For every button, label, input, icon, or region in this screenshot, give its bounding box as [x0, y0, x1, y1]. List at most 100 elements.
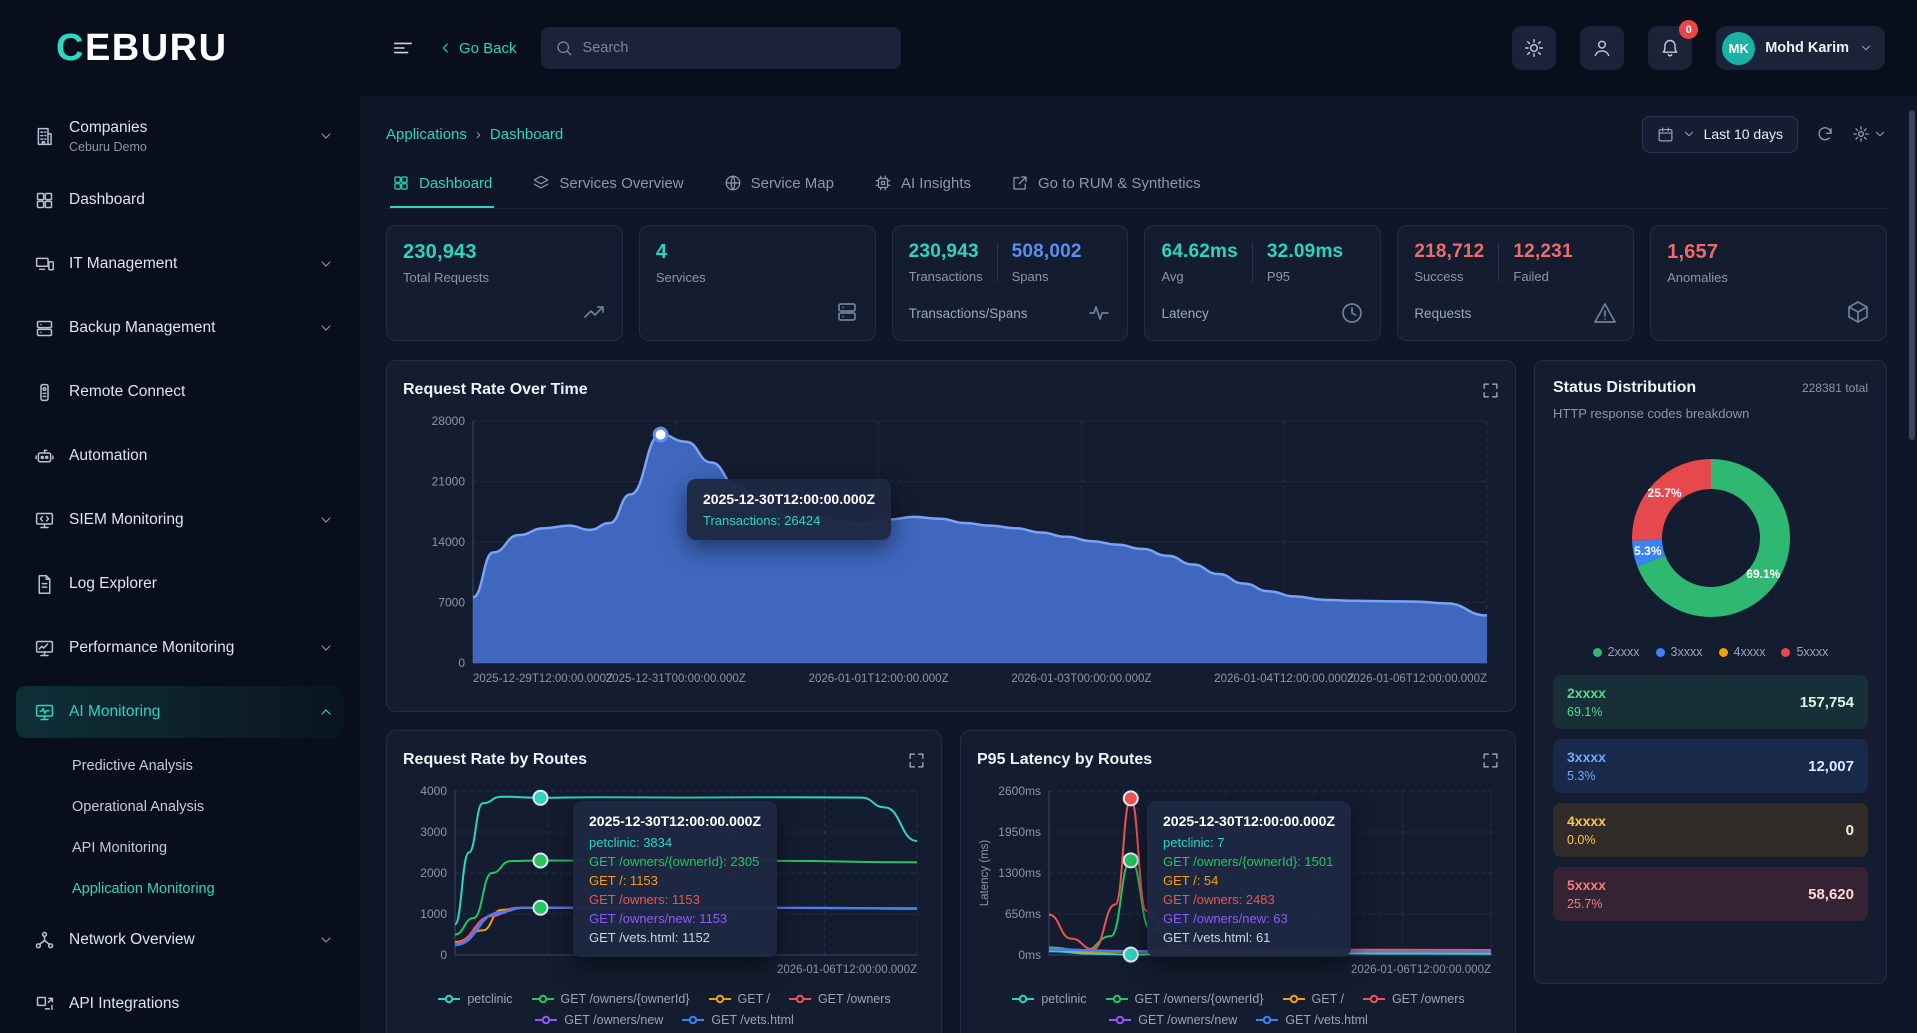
scrollbar-thumb[interactable]	[1909, 110, 1915, 440]
status-count: 0	[1845, 821, 1854, 839]
search-box[interactable]	[540, 27, 901, 69]
sidebar-item-log-explorer[interactable]: Log Explorer	[16, 558, 344, 610]
donut-legend-item-2xxxx[interactable]: 2xxxx	[1592, 645, 1640, 659]
status-code: 5xxxx	[1567, 877, 1606, 893]
legend-glyph	[682, 1015, 705, 1025]
sidebar-item-companies[interactable]: Companies Ceburu Demo	[16, 110, 344, 162]
expand-icon[interactable]	[1482, 752, 1499, 769]
stat-label: Anomalies	[1667, 270, 1728, 285]
status-title: Status Distribution	[1553, 379, 1697, 396]
breadcrumb-applications[interactable]: Applications	[386, 126, 467, 143]
donut-legend-item-5xxxx[interactable]: 5xxxx	[1781, 645, 1828, 659]
donut-label-2xxxx: 69.1%	[1746, 567, 1781, 582]
donut-legend-item-4xxxx[interactable]: 4xxxx	[1718, 645, 1765, 659]
search-input[interactable]	[582, 40, 887, 56]
refresh-button[interactable]	[1816, 125, 1834, 143]
theme-toggle-button[interactable]	[1512, 26, 1557, 70]
tooltip-line: GET /owners/new: 63	[1163, 911, 1288, 926]
sidebar-subitem-api-monitoring[interactable]: API Monitoring	[16, 832, 344, 864]
legend-item-get-owners[interactable]: GET /owners	[788, 992, 891, 1006]
request-rate-chart[interactable]: 0 7000 14000 21000 28000 2025-12-29T12:00:00.…	[403, 409, 1499, 700]
expand-icon[interactable]	[908, 752, 925, 769]
legend-item-get-owners-new[interactable]: GET /owners/new	[534, 1013, 663, 1027]
stat-card-transactions-spans: 230,943 Transactions 508,002 Spans Transacti…	[891, 225, 1129, 341]
legend-item-get-owners[interactable]: GET /owners	[1362, 992, 1465, 1006]
charts-column: Request Rate Over Time 0 7000 14000 21000 28…	[386, 360, 1516, 1033]
svg-text:Latency (ms): Latency (ms)	[979, 840, 991, 907]
sidebar-item-automation[interactable]: Automation	[16, 430, 344, 482]
go-back-link[interactable]: Go Back	[438, 40, 517, 57]
tooltip-title: 2025-12-30T12:00:00.000Z	[703, 491, 876, 507]
sidebar-item-label: Companies Ceburu Demo	[69, 118, 148, 154]
legend-label: 5xxxx	[1796, 645, 1829, 659]
sidebar-item-label: IT Management	[69, 255, 178, 272]
user-menu[interactable]: MK Mohd Karim	[1716, 26, 1885, 70]
legend-item-get-owners-ownerid[interactable]: GET /owners/{ownerId}	[531, 992, 690, 1006]
legend-item-get-vets-html[interactable]: GET /vets.html	[681, 1013, 794, 1027]
brand-logo[interactable]: C EBURU	[0, 0, 360, 96]
sidebar-item-it-management[interactable]: IT Management	[16, 238, 344, 290]
svg-text:0: 0	[458, 656, 465, 670]
svg-text:650ms: 650ms	[1005, 907, 1041, 921]
legend-glyph	[708, 994, 731, 1004]
sidebar-item-ai-monitoring[interactable]: AI Monitoring	[16, 686, 344, 738]
sidebar-item-api-integrations[interactable]: API Integrations	[16, 978, 344, 1030]
sidebar-item-backup-management[interactable]: Backup Management	[16, 302, 344, 354]
donut-chart[interactable]: 69.1% 5.3% 25.7%	[1608, 435, 1814, 641]
status-code: 3xxxx	[1567, 749, 1606, 765]
status-row-2xxxx: 2xxxx 69.1% 157,754	[1553, 675, 1868, 729]
status-percent: 0.0%	[1567, 833, 1596, 847]
legend-item-petclinic[interactable]: petclinic	[437, 992, 513, 1006]
legend-item-petclinic[interactable]: petclinic	[1011, 992, 1087, 1006]
settings-button[interactable]	[1852, 125, 1887, 143]
sidebar-subitem-predictive-analysis[interactable]: Predictive Analysis	[16, 750, 344, 782]
tooltip-line: petclinic: 7	[1163, 835, 1225, 850]
breadcrumb-dashboard[interactable]: Dashboard	[490, 126, 563, 143]
chart-tooltip: 2025-12-30T12:00:00.000Z petclinic: 3834 G…	[573, 801, 778, 957]
legend-item-get[interactable]: GET /	[1282, 992, 1344, 1006]
stat-card-requests: 218,712 Success 12,231 Failed Requests	[1397, 225, 1635, 341]
chevron-down-icon	[1859, 41, 1873, 55]
sidebar-item-dashboard[interactable]: Dashboard	[16, 174, 344, 226]
stat-sublabel: Avg	[1161, 269, 1184, 284]
status-total: 228381 total	[1801, 381, 1868, 395]
legend-label: GET /owners/new	[1138, 1013, 1238, 1027]
tab-go-to-rum-synthetics[interactable]: Go to RUM & Synthetics	[1009, 168, 1203, 208]
tooltip-line: GET /vets.html: 1152	[589, 930, 710, 945]
expand-icon[interactable]	[1482, 382, 1499, 399]
status-distribution-card: Status Distribution 228381 total HTTP re…	[1534, 360, 1887, 984]
menu-icon[interactable]	[392, 37, 414, 59]
sidebar-item-remote-connect[interactable]: Remote Connect	[16, 366, 344, 418]
legend-label: GET /vets.html	[1285, 1013, 1368, 1027]
tab-service-map[interactable]: Service Map	[722, 168, 836, 208]
legend-item-get-owners-ownerid[interactable]: GET /owners/{ownerId}	[1105, 992, 1264, 1006]
search-icon	[555, 39, 573, 57]
legend-item-get-owners-new[interactable]: GET /owners/new	[1108, 1013, 1237, 1027]
legend-glyph	[1282, 994, 1305, 1004]
chevron-down-icon	[318, 512, 334, 528]
stat-value: 230,943	[908, 241, 979, 262]
chart-title: Request Rate Over Time	[403, 381, 588, 398]
tab-dashboard[interactable]: Dashboard	[390, 168, 495, 208]
sidebar-item-siem-monitoring[interactable]: SIEM Monitoring	[16, 494, 344, 546]
svg-text:2600ms: 2600ms	[998, 784, 1041, 798]
notifications-button[interactable]: 0	[1648, 20, 1699, 70]
sidebar-subitem-application-monitoring[interactable]: Application Monitoring	[16, 873, 344, 905]
donut-label-5xxxx: 25.7%	[1647, 486, 1682, 501]
tab-services-overview[interactable]: Services Overview	[530, 168, 685, 208]
stat-label: Total Requests	[403, 270, 489, 285]
chart-title: Request Rate by Routes	[403, 751, 588, 768]
legend-item-get-vets-html[interactable]: GET /vets.html	[1255, 1013, 1368, 1027]
legend-dot	[1781, 647, 1791, 657]
donut-legend-item-3xxxx[interactable]: 3xxxx	[1655, 645, 1703, 659]
account-button[interactable]	[1580, 26, 1625, 70]
topbar: Go Back 0 MK Mohd Karim	[360, 0, 1917, 96]
sidebar-item-network-overview[interactable]: Network Overview	[16, 914, 344, 966]
date-range-button[interactable]: Last 10 days	[1641, 115, 1798, 153]
stat-value: 218,712	[1414, 241, 1485, 262]
sidebar-item-performance-monitoring[interactable]: Performance Monitoring	[16, 622, 344, 674]
siem-icon	[34, 510, 55, 531]
legend-item-get[interactable]: GET /	[708, 992, 770, 1006]
sidebar-subitem-operational-analysis[interactable]: Operational Analysis	[16, 791, 344, 823]
tab-ai-insights[interactable]: AI Insights	[872, 168, 973, 208]
